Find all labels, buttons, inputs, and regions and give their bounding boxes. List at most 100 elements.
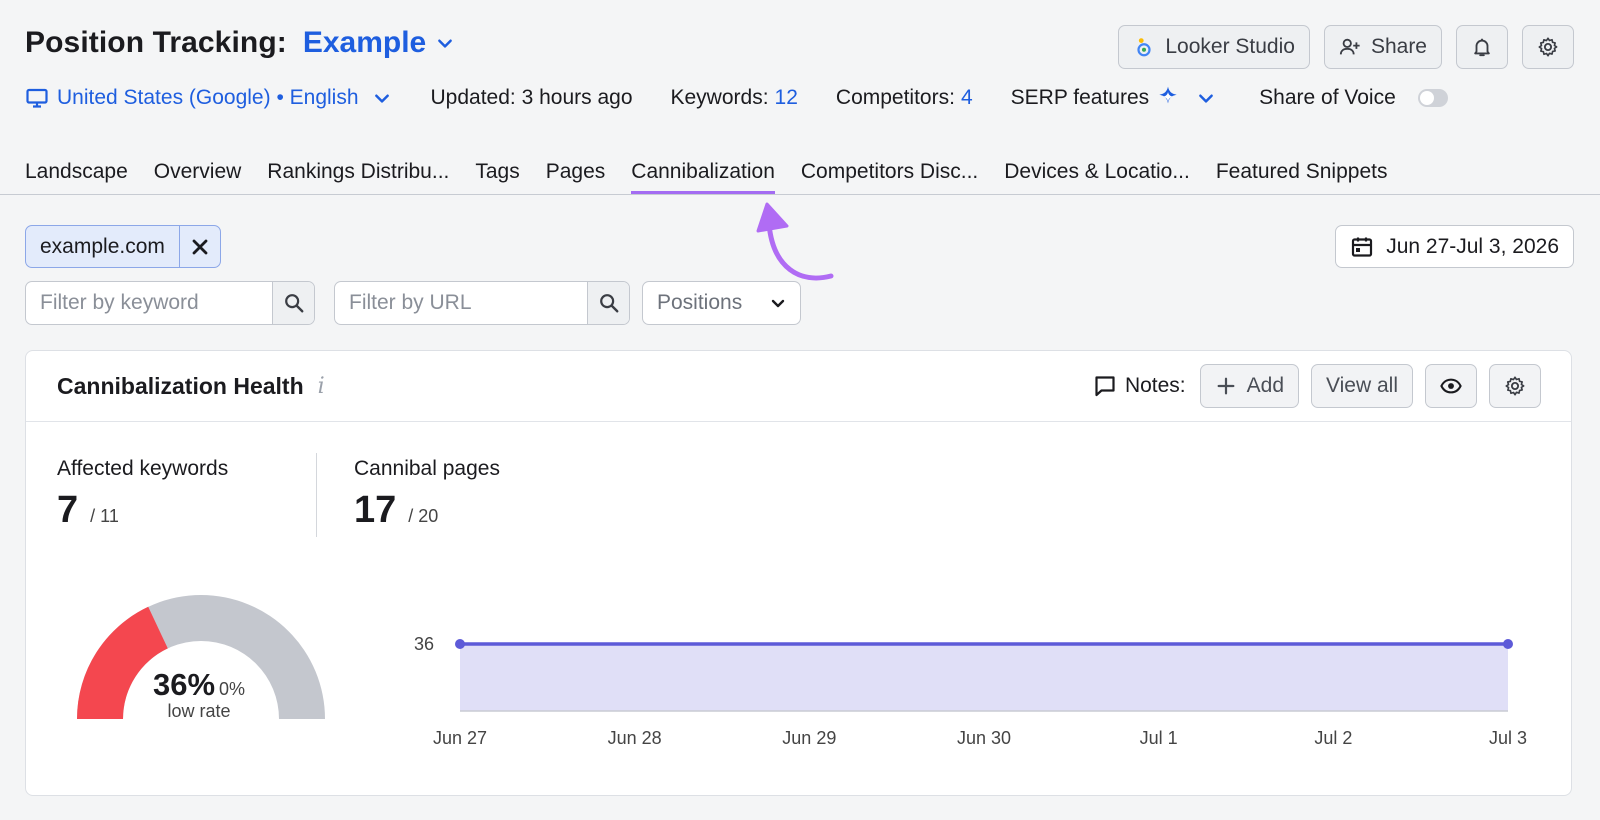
url-search-button[interactable] [587,282,629,324]
x-tick-label: Jun 27 [433,728,487,748]
header-actions: Looker Studio Share [1118,25,1574,69]
x-tick-label: Jul 1 [1140,728,1178,748]
positions-dropdown[interactable]: Positions [642,281,801,325]
add-note-label: Add [1246,374,1285,397]
tab-tags[interactable]: Tags [475,156,519,195]
cannibal-pages-metric: Cannibal pages 17 / 20 [354,457,500,532]
competitors-value[interactable]: 4 [961,86,973,110]
x-tick-label: Jun 29 [782,728,836,748]
tab-cannibalization[interactable]: Cannibalization [631,156,775,195]
gauge-percent: 36% [152,667,216,702]
report-tabs: Landscape Overview Rankings Distribu... Tag… [25,156,1413,196]
date-range-picker[interactable]: Jun 27-Jul 3, 2026 [1335,225,1574,268]
keyword-filter-input[interactable] [26,282,272,324]
meta-row: United States (Google) • English Updated… [25,82,1585,114]
x-tick-label: Jul 3 [1489,728,1527,748]
search-icon [284,294,303,313]
card-settings-button[interactable] [1489,364,1541,408]
tab-overview[interactable]: Overview [154,156,242,195]
affected-keywords-total: / 11 [90,506,119,526]
tab-devices-locatio[interactable]: Devices & Locatio... [1004,156,1190,195]
add-note-button[interactable]: Add [1199,364,1300,408]
gauge-delta: 0% [219,679,246,699]
serp-feature-icon [1159,86,1177,104]
keyword-search-button[interactable] [272,282,314,324]
serp-features-selector[interactable]: SERP features [1011,85,1216,111]
series-area [460,644,1508,711]
tab-landscape[interactable]: Landscape [25,156,128,195]
calendar-icon [1352,237,1373,257]
share-of-voice-toggle[interactable] [1417,89,1448,107]
share-button[interactable]: Share [1323,25,1442,69]
share-of-voice: Share of Voice [1259,86,1448,110]
view-all-notes-button[interactable]: View all [1311,364,1413,408]
cannibalization-health-card: Cannibalization Health i Notes: Add View… [25,350,1572,796]
data-point[interactable] [1503,639,1513,649]
looker-studio-button[interactable]: Looker Studio [1118,25,1310,69]
remove-domain-button[interactable] [180,226,220,267]
data-point[interactable] [455,639,465,649]
gear-icon [1538,37,1558,57]
gauge-subtitle: low rate [167,701,231,721]
page-title: Position Tracking: [25,26,287,59]
tab-pages[interactable]: Pages [546,156,606,195]
domain-filter-chip: example.com [25,225,221,268]
tab-featured-snippets[interactable]: Featured Snippets [1216,156,1388,195]
card-title-text: Cannibalization Health [57,373,304,399]
notes-label: Notes: [1093,374,1186,398]
visibility-button[interactable] [1425,364,1477,408]
cannibal-pages-total: / 20 [408,506,439,526]
looker-studio-icon [1137,38,1151,57]
share-label: Share [1370,35,1427,58]
card-divider [26,421,1571,422]
serp-features-label: SERP features [1010,86,1150,109]
tab-rankings-distribu[interactable]: Rankings Distribu... [267,156,449,195]
x-tick-label: Jun 30 [957,728,1011,748]
project-name: Example [302,26,427,59]
chevron-down-icon [374,94,389,103]
card-toolbar: Notes: Add View all [1093,364,1541,408]
close-icon [192,239,208,254]
tab-competitors-disc[interactable]: Competitors Disc... [801,156,978,195]
looker-studio-label: Looker Studio [1165,35,1295,58]
tabs-divider [0,194,1600,195]
bell-icon [1474,38,1490,57]
trend-chart: 36 Jun 27 Jun 28 Jun 29 Jun 30 Jul 1 Jul 2 Jul … [414,634,1527,748]
affected-keywords-label: Affected keywords [57,457,229,480]
info-icon[interactable]: i [318,374,325,399]
eye-icon [1440,378,1462,394]
keywords-count: Keywords: 12 [671,86,798,110]
notifications-button[interactable] [1456,25,1508,69]
date-range-label: Jun 27-Jul 3, 2026 [1386,234,1559,258]
search-icon [599,294,618,313]
x-tick-label: Jul 2 [1314,728,1352,748]
url-filter-input[interactable] [335,282,587,324]
settings-button[interactable] [1522,25,1574,69]
y-tick-label: 36 [414,634,434,654]
page-header: Position Tracking: Example [25,26,454,60]
share-of-voice-label: Share of Voice [1259,86,1396,109]
chevron-down-icon [438,39,453,48]
desktop-icon [26,88,48,108]
add-user-icon [1339,38,1360,55]
x-tick-label: Jun 28 [608,728,662,748]
chevron-down-icon [1199,94,1214,103]
chevron-down-icon [771,299,785,308]
project-selector[interactable]: Example [303,26,454,60]
location-selector[interactable]: United States (Google) • English [25,86,391,110]
affected-keywords-metric: Affected keywords 7 / 11 [57,457,228,532]
cannibal-pages-value[interactable]: 17 [354,489,396,532]
competitors-label: Competitors: [835,86,955,109]
highlight-arrow-icon [756,202,834,281]
gauge-readout: 36% 0% low rate [114,667,284,722]
location-label: United States (Google) • English [57,86,359,109]
updated-status: Updated: 3 hours ago [430,86,633,109]
keywords-value[interactable]: 12 [775,86,798,110]
affected-keywords-value[interactable]: 7 [57,489,78,532]
plus-icon [1217,377,1235,395]
notes-text: Notes: [1124,374,1186,397]
positions-label: Positions [657,291,743,314]
keyword-filter [25,281,315,325]
comment-icon [1095,376,1115,397]
card-title: Cannibalization Health i [57,373,325,400]
